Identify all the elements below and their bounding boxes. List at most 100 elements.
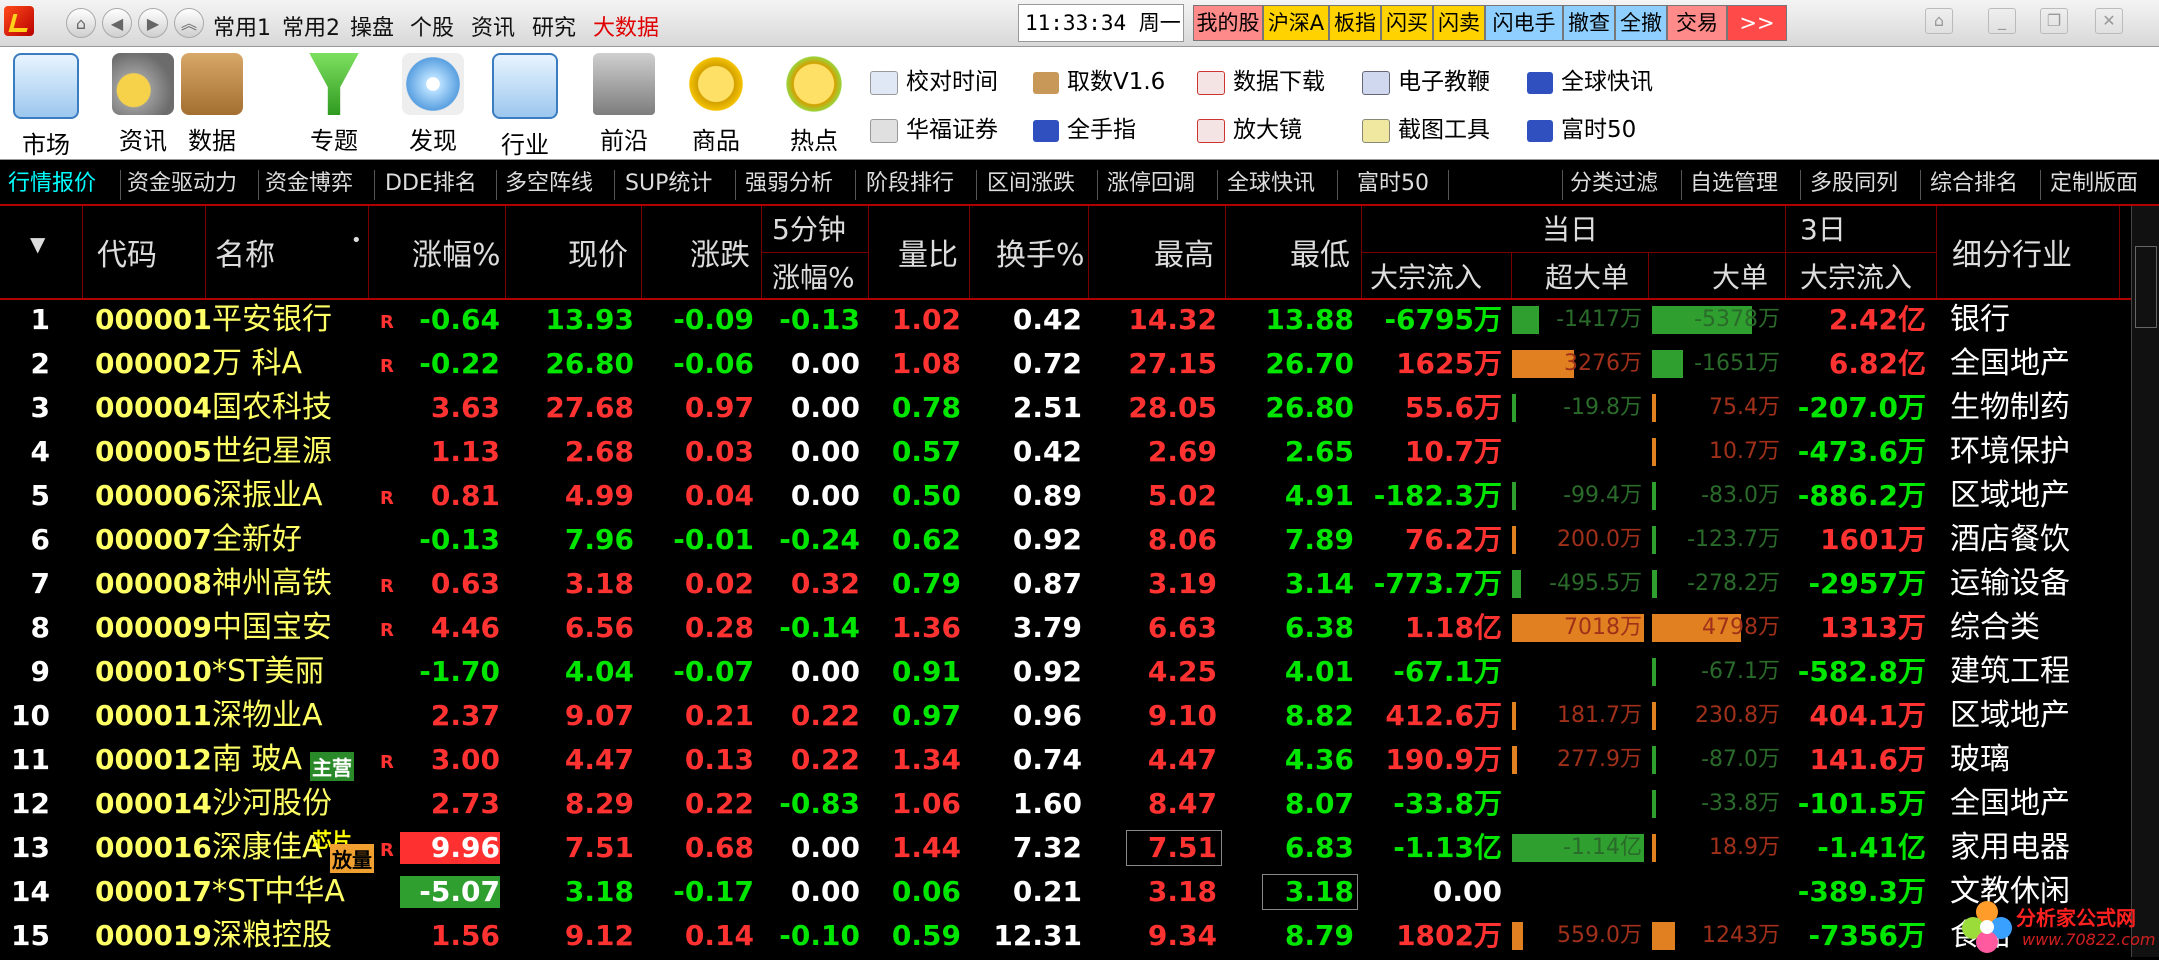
skin-icon[interactable]: ⌂ bbox=[1925, 8, 1953, 34]
col-change-pct[interactable]: 涨幅% bbox=[412, 230, 501, 274]
screenshot-button[interactable]: 截图工具 bbox=[1362, 111, 1490, 149]
table-row[interactable]: 12 000014 沙河股份 2.73 8.29 0.22 -0.83 1.06 1.60 8.4… bbox=[0, 782, 2130, 826]
table-row[interactable]: 15 000019 深粮控股 1.56 9.12 0.14 -0.10 0.59 12.31 9.… bbox=[0, 914, 2130, 958]
stock-name[interactable]: 深物业A bbox=[212, 694, 323, 738]
tab-strength[interactable]: 强弱分析 bbox=[745, 164, 833, 204]
stock-code[interactable]: 000008 bbox=[95, 562, 212, 606]
stock-name[interactable]: 深振业A bbox=[212, 474, 323, 518]
tab-fund-game[interactable]: 资金博弈 bbox=[265, 164, 353, 204]
col-block-inflow-3d[interactable]: 大宗流入 bbox=[1800, 256, 1912, 296]
table-row[interactable]: 14 000017 *ST中华A -5.07 3.18 -0.17 0.00 0.06 0.21… bbox=[0, 870, 2130, 914]
tab-dde-rank[interactable]: DDE排名 bbox=[385, 164, 477, 204]
tab-ftse50[interactable]: 富时50 bbox=[1357, 164, 1429, 204]
col-5min-bottom[interactable]: 涨幅% bbox=[772, 256, 855, 296]
col-large[interactable]: 大单 bbox=[1712, 256, 1768, 296]
more-button[interactable]: >> bbox=[1727, 5, 1787, 41]
stock-code[interactable]: 000006 bbox=[95, 474, 212, 518]
tab-watchlist-manage[interactable]: 自选管理 bbox=[1690, 164, 1778, 204]
cancel-all-button[interactable]: 全撤 bbox=[1615, 5, 1667, 41]
tool-market[interactable]: 市场 bbox=[6, 53, 86, 160]
col-volume-ratio[interactable]: 量比 bbox=[898, 230, 958, 274]
stock-code[interactable]: 000004 bbox=[95, 386, 212, 430]
stock-code[interactable]: 000010 bbox=[95, 650, 212, 694]
tool-topic[interactable]: 专题 bbox=[294, 53, 374, 156]
tab-custom-layout[interactable]: 定制版面 bbox=[2050, 164, 2138, 204]
data-download-button[interactable]: 数据下载 bbox=[1197, 63, 1325, 101]
flash-buy-button[interactable]: 闪买 bbox=[1381, 5, 1433, 41]
stock-name[interactable]: 国农科技 bbox=[212, 386, 332, 430]
tool-news[interactable]: 资讯 bbox=[103, 53, 183, 156]
tool-data[interactable]: 数据 bbox=[172, 53, 252, 156]
table-row[interactable]: 8 000009 中国宝安 4.46 6.56 0.28 -0.14 1.36 3.79 6.63… bbox=[0, 606, 2130, 650]
stock-code[interactable]: 000014 bbox=[95, 782, 212, 826]
stock-name[interactable]: 深粮控股 bbox=[212, 914, 332, 958]
table-row[interactable]: 3 000004 国农科技 3.63 27.68 0.97 0.00 0.78 2.51 28.0… bbox=[0, 386, 2130, 430]
table-row[interactable]: 2 000002 万 科A -0.22 26.80 -0.06 0.00 1.08 0.72 27… bbox=[0, 342, 2130, 386]
home-icon[interactable]: ⌂ bbox=[66, 8, 96, 38]
menu-item-research[interactable]: 研究 bbox=[532, 10, 576, 42]
tab-fund-drive[interactable]: 资金驱动力 bbox=[127, 164, 237, 204]
forward-icon[interactable]: ▶ bbox=[138, 8, 168, 38]
col-turnover[interactable]: 换手% bbox=[996, 230, 1085, 274]
menu-item-common2[interactable]: 常用2 bbox=[282, 10, 340, 42]
tool-frontier[interactable]: 前沿 bbox=[584, 53, 664, 156]
trade-button[interactable]: 交易 bbox=[1667, 5, 1727, 41]
col-5min-top[interactable]: 5分钟 bbox=[772, 208, 846, 248]
menu-item-big-data[interactable]: 大数据 bbox=[593, 10, 659, 42]
stock-code[interactable]: 000019 bbox=[95, 914, 212, 958]
stock-code[interactable]: 000001 bbox=[95, 298, 212, 342]
col-low[interactable]: 最低 bbox=[1290, 230, 1350, 274]
tool-commodity[interactable]: 商品 bbox=[676, 53, 756, 156]
tool-hotspot[interactable]: 热点 bbox=[774, 53, 854, 156]
stock-name[interactable]: 中国宝安 bbox=[212, 606, 332, 650]
stock-code[interactable]: 000009 bbox=[95, 606, 212, 650]
sort-dropdown-icon[interactable]: ▼ bbox=[30, 232, 45, 256]
table-row[interactable]: 9 000010 *ST美丽 -1.70 4.04 -0.07 0.00 0.91 0.92 4.… bbox=[0, 650, 2130, 694]
col-super-large[interactable]: 超大单 bbox=[1545, 256, 1629, 296]
stock-name[interactable]: 万 科A bbox=[212, 342, 302, 386]
menu-item-stock[interactable]: 个股 bbox=[410, 10, 454, 42]
cancel-query-button[interactable]: 撤查 bbox=[1563, 5, 1615, 41]
minimize-icon[interactable]: _ bbox=[1988, 8, 2016, 34]
col-block-inflow[interactable]: 大宗流入 bbox=[1370, 256, 1482, 296]
tab-multi-stock[interactable]: 多股同列 bbox=[1810, 164, 1898, 204]
stock-code[interactable]: 000011 bbox=[95, 694, 212, 738]
board-index-button[interactable]: 板指 bbox=[1329, 5, 1381, 41]
broker-button[interactable]: 华福证券 bbox=[870, 111, 998, 149]
menu-item-common1[interactable]: 常用1 bbox=[213, 10, 271, 42]
restore-icon[interactable]: ❐ bbox=[2040, 8, 2068, 34]
tab-category-filter[interactable]: 分类过滤 bbox=[1570, 164, 1658, 204]
stock-name[interactable]: 沙河股份 bbox=[212, 782, 332, 826]
tab-limit-pullback[interactable]: 涨停回调 bbox=[1107, 164, 1195, 204]
app-logo-icon[interactable] bbox=[4, 6, 34, 36]
calibrate-time-button[interactable]: 校对时间 bbox=[870, 63, 998, 101]
table-row[interactable]: 1 000001 平安银行 -0.64 13.93 -0.09 -0.13 1.02 0.42 1… bbox=[0, 298, 2130, 342]
table-row[interactable]: 13 000016 深康佳A 9.96 7.51 0.68 0.00 1.44 7.32 7.51… bbox=[0, 826, 2130, 873]
table-row[interactable]: 10 000011 深物业A 2.37 9.07 0.21 0.22 0.97 0.96 9.10… bbox=[0, 694, 2130, 738]
stock-name[interactable]: 平安银行 bbox=[212, 298, 332, 342]
back-icon[interactable]: ◀ bbox=[102, 8, 132, 38]
table-row[interactable]: 7 000008 神州高铁 0.63 3.18 0.02 0.32 0.79 0.87 3.19 3… bbox=[0, 562, 2130, 606]
tab-long-short[interactable]: 多空阵线 bbox=[505, 164, 593, 204]
stock-code[interactable]: 000016 bbox=[95, 826, 212, 870]
stock-name[interactable]: 世纪星源 bbox=[212, 430, 332, 474]
stock-name[interactable]: *ST美丽 bbox=[212, 650, 324, 694]
tab-range-change[interactable]: 区间涨跌 bbox=[987, 164, 1075, 204]
collapse-icon[interactable]: ︽ bbox=[174, 8, 204, 38]
ftse50-button[interactable]: 富时50 bbox=[1527, 111, 1636, 149]
stock-name[interactable]: 南 玻A bbox=[212, 738, 302, 782]
stock-name[interactable]: 神州高铁 bbox=[212, 562, 332, 606]
menu-item-trading[interactable]: 操盘 bbox=[350, 10, 394, 42]
tool-discover[interactable]: 发现 bbox=[393, 53, 473, 156]
table-row[interactable]: 11 000012 南 玻A 3.00 4.47 0.13 0.22 1.34 0.74 4.47… bbox=[0, 738, 2130, 782]
stock-code[interactable]: 000017 bbox=[95, 870, 212, 914]
tab-global-news[interactable]: 全球快讯 bbox=[1227, 164, 1315, 204]
col-code[interactable]: 代码 bbox=[97, 230, 157, 274]
scrollbar-thumb[interactable] bbox=[2135, 246, 2157, 328]
tool-industry[interactable]: 行业 bbox=[485, 53, 565, 160]
stock-name[interactable]: 深康佳A bbox=[212, 826, 323, 870]
tab-composite-rank[interactable]: 综合排名 bbox=[1930, 164, 2018, 204]
stock-code[interactable]: 000012 bbox=[95, 738, 212, 782]
col-name[interactable]: 名称 bbox=[215, 230, 275, 274]
close-icon[interactable]: ✕ bbox=[2095, 8, 2123, 34]
